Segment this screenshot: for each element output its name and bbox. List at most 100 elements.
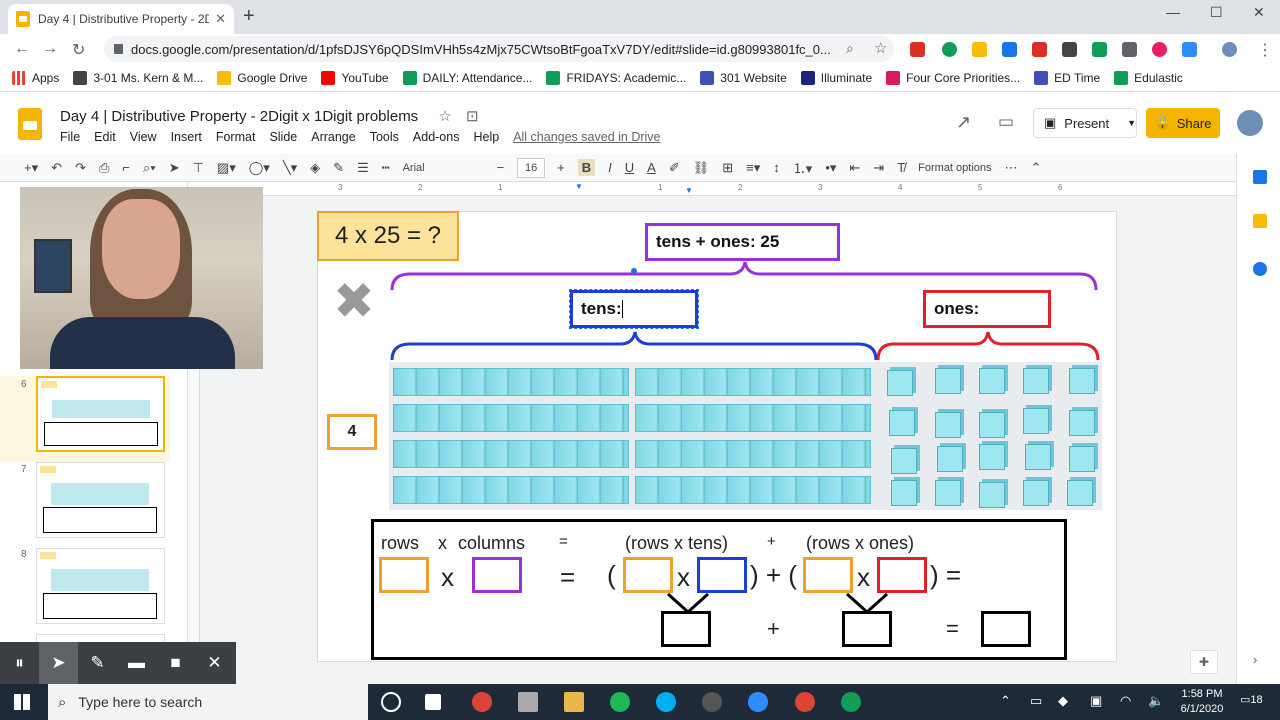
menu-edit[interactable]: Edit	[94, 130, 116, 144]
indent-marker-icon[interactable]: ▼	[685, 186, 693, 195]
ones-label[interactable]: ones:	[923, 290, 1051, 328]
spotify-icon[interactable]	[610, 692, 630, 712]
underline-button[interactable]: U	[625, 160, 634, 175]
rows-answer-box[interactable]	[379, 557, 429, 593]
pdf-icon[interactable]	[1032, 42, 1047, 57]
menu-arrange[interactable]: Arrange	[311, 130, 355, 144]
new-tab-button[interactable]: +	[243, 5, 255, 28]
camera-icon[interactable]: ■	[156, 653, 195, 673]
share-button[interactable]: 🔒 Share	[1146, 108, 1220, 138]
cortana-icon[interactable]	[381, 692, 401, 712]
comment-icon[interactable]: ▭	[998, 112, 1014, 132]
bookmark-item[interactable]: Google Drive	[217, 70, 307, 85]
final-answer-box[interactable]	[981, 611, 1031, 647]
image-icon[interactable]: ▨▾	[217, 160, 236, 176]
present-button[interactable]: ▣ Present ▼	[1033, 108, 1137, 138]
border-dash-icon[interactable]: ┅	[382, 160, 390, 176]
clear-formatting-icon[interactable]: T̸	[897, 160, 905, 175]
expand-chevron-icon[interactable]: ›	[1253, 652, 1257, 667]
multiplier-box[interactable]: 4	[327, 414, 377, 450]
extension-icon[interactable]	[1122, 42, 1137, 57]
menu-format[interactable]: Format	[216, 130, 256, 144]
new-slide-icon[interactable]: +▾	[24, 160, 38, 176]
fill-color-icon[interactable]: ◈	[310, 160, 320, 176]
border-color-icon[interactable]: ✎	[333, 160, 344, 176]
ones-answer-box[interactable]	[877, 557, 927, 593]
steam-icon[interactable]	[702, 692, 722, 712]
add-comment-icon[interactable]: ⊞	[722, 160, 733, 176]
chrome-icon[interactable]	[472, 692, 492, 712]
monitor-icon[interactable]: ▣	[1090, 693, 1102, 709]
zoom-app-icon[interactable]	[748, 692, 768, 712]
undo-icon[interactable]: ↶	[51, 160, 62, 176]
bookmark-item[interactable]: Illuminate	[800, 70, 872, 85]
more-icon[interactable]: ⋯	[1005, 160, 1018, 176]
paint-format-icon[interactable]: ⌐	[122, 160, 130, 175]
window-close-button[interactable]: ✕	[1253, 4, 1265, 21]
tens-answer-box[interactable]	[697, 557, 747, 593]
pen-icon[interactable]: ✎	[78, 653, 117, 673]
chrome-icon[interactable]	[795, 692, 815, 712]
windows-start-icon[interactable]	[14, 694, 30, 710]
dropbox-icon[interactable]: ◆	[1058, 693, 1068, 709]
skype-icon[interactable]	[656, 692, 676, 712]
bookmark-item[interactable]: YouTube	[321, 70, 389, 85]
slide-thumbnail[interactable]	[36, 376, 165, 452]
bookmark-apps[interactable]: Apps	[12, 70, 59, 85]
forward-arrow-icon[interactable]: →	[42, 40, 58, 58]
base-ten-blocks[interactable]	[389, 362, 1102, 510]
bulleted-list-icon[interactable]: •▾	[825, 160, 836, 176]
bookmark-item[interactable]: 3-01 Ms. Kern & M...	[73, 70, 203, 85]
battery-icon[interactable]: ▭	[1030, 693, 1042, 709]
browser-menu-icon[interactable]: ⋮	[1257, 40, 1273, 60]
select-cursor-icon[interactable]: ➤	[169, 160, 180, 176]
reload-icon[interactable]: ↻	[72, 40, 85, 60]
tray-chevron-icon[interactable]: ⌃	[1000, 693, 1011, 709]
minimize-button[interactable]: —	[1166, 4, 1180, 20]
notification-icon[interactable]: ▭18	[1240, 693, 1263, 706]
extension-icon[interactable]	[1092, 42, 1107, 57]
redo-icon[interactable]: ↷	[75, 160, 86, 176]
text-color-button[interactable]: A	[647, 160, 656, 175]
bookmark-item[interactable]: Edulastic	[1114, 70, 1183, 85]
zoom-icon[interactable]: ⌕▾	[143, 160, 156, 176]
collapse-chevron-icon[interactable]: ⌃	[1031, 160, 1042, 176]
calculator-icon[interactable]	[518, 692, 538, 712]
bookmark-item[interactable]: 301 Website	[700, 70, 787, 85]
increase-font-icon[interactable]: +	[557, 160, 565, 175]
maximize-button[interactable]: ☐	[1210, 4, 1223, 21]
explore-icon[interactable]: ✚	[1190, 650, 1218, 674]
save-status[interactable]: All changes saved in Drive	[513, 130, 660, 144]
decrease-indent-icon[interactable]: ⇤	[849, 160, 860, 176]
file-explorer-icon[interactable]	[564, 692, 584, 712]
rotate-handle[interactable]	[631, 268, 637, 274]
taskbar-clock[interactable]: 1:58 PM 6/1/2020	[1174, 687, 1230, 717]
print-icon[interactable]: ⎙	[99, 160, 109, 176]
avatar[interactable]	[1237, 110, 1263, 136]
back-arrow-icon[interactable]: ←	[14, 40, 30, 58]
omnibox[interactable]: docs.google.com/presentation/d/1pfsDJSY6…	[104, 36, 894, 62]
keep-icon[interactable]	[1253, 214, 1267, 228]
menu-tools[interactable]: Tools	[370, 130, 399, 144]
volume-icon[interactable]: 🔈	[1148, 693, 1164, 709]
chevron-down-icon[interactable]: ▼	[1127, 118, 1136, 128]
tasks-icon[interactable]	[1253, 262, 1267, 276]
document-title[interactable]: Day 4 | Distributive Property - 2Digit x…	[60, 107, 479, 125]
bookmark-item[interactable]: Four Core Priorities...	[886, 70, 1020, 85]
menu-addons[interactable]: Add-ons	[413, 130, 460, 144]
menu-slide[interactable]: Slide	[269, 130, 297, 144]
bookmark-item[interactable]: FRIDAYS: Academic...	[546, 70, 686, 85]
link-icon[interactable]: ⛓	[693, 160, 710, 176]
bookmark-star-icon[interactable]: ☆	[874, 39, 887, 57]
tens-label-text[interactable]: tens:	[581, 299, 622, 319]
bold-button[interactable]: B	[577, 159, 596, 176]
google-drive-icon[interactable]	[972, 42, 987, 57]
close-icon[interactable]: ✕	[195, 653, 234, 673]
calendar-icon[interactable]	[1253, 170, 1267, 184]
slide-thumbnail[interactable]	[36, 462, 165, 538]
numbered-list-icon[interactable]: ⒈▾	[793, 158, 813, 177]
align-icon[interactable]: ≡▾	[746, 160, 760, 176]
taskbar-search[interactable]: ⌕ Type here to search	[48, 684, 368, 720]
font-select[interactable]: Arial	[403, 162, 483, 174]
task-view-icon[interactable]	[425, 694, 441, 710]
